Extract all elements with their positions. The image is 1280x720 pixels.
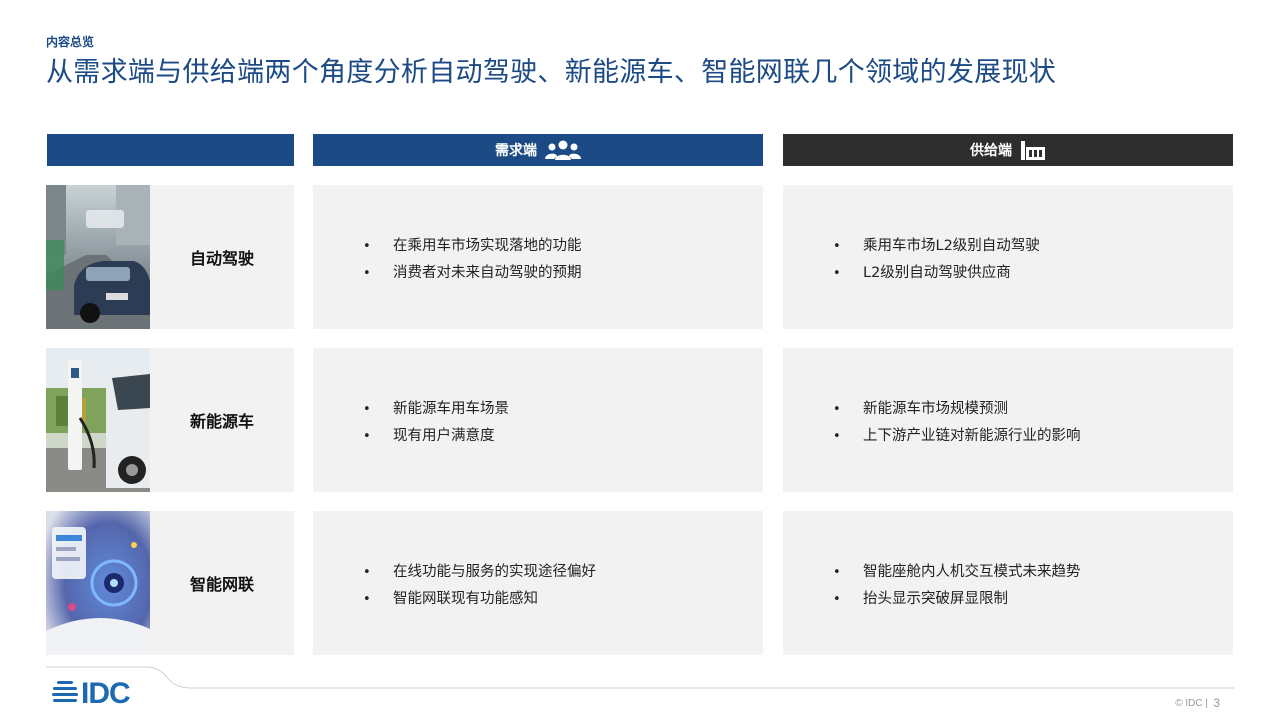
list-item: 智能座舱内人机交互模式未来趋势 [833, 559, 1233, 586]
list-item: L2级别自动驾驶供应商 [833, 260, 1233, 287]
row-label-connected: 智能网联 [46, 511, 294, 655]
people-group-icon [545, 139, 581, 161]
globe-icon [52, 678, 78, 710]
autonomous-car-photo [46, 185, 150, 329]
cell-demand-ev: 新能源车用车场景 现有用户满意度 [313, 348, 763, 492]
list-item: 在乘用车市场实现落地的功能 [363, 233, 763, 260]
row-label-autonomous: 自动驾驶 [46, 185, 294, 329]
list-item: 智能网联现有功能感知 [363, 586, 763, 613]
factory-icon [1020, 139, 1046, 161]
logo-text: IDC [81, 677, 131, 710]
page-number: 3 [1213, 696, 1220, 710]
list-item: 新能源车用车场景 [363, 396, 763, 423]
eyebrow-label: 内容总览 [46, 35, 95, 49]
row-name: 智能网联 [189, 575, 254, 594]
cell-supply-connected: 智能座舱内人机交互模式未来趋势 抬头显示突破屏显限制 [783, 511, 1233, 655]
demand-header-label: 需求端 [495, 143, 537, 159]
row-label-ev: 新能源车 [46, 348, 294, 492]
list-item: 在线功能与服务的实现途径偏好 [363, 559, 763, 586]
supply-header-label: 供给端 [970, 143, 1012, 159]
list-item: 抬头显示突破屏显限制 [833, 586, 1233, 613]
header-blank-cell [47, 134, 294, 166]
list-item: 上下游产业链对新能源行业的影响 [833, 423, 1233, 450]
cell-demand-connected: 在线功能与服务的实现途径偏好 智能网联现有功能感知 [313, 511, 763, 655]
cell-supply-ev: 新能源车市场规模预测 上下游产业链对新能源行业的影响 [783, 348, 1233, 492]
idc-logo: IDC [52, 677, 131, 710]
list-item: 现有用户满意度 [363, 423, 763, 450]
page-title: 从需求端与供给端两个角度分析自动驾驶、新能源车、智能网联几个领域的发展现状 [46, 57, 1057, 88]
ev-charging-photo [46, 348, 150, 492]
connected-car-photo [46, 511, 150, 655]
cell-supply-autonomous: 乘用车市场L2级别自动驾驶 L2级别自动驾驶供应商 [783, 185, 1233, 329]
header-demand: 需求端 [313, 134, 763, 166]
list-item: 消费者对未来自动驾驶的预期 [363, 260, 763, 287]
footer-divider [46, 666, 1234, 689]
list-item: 乘用车市场L2级别自动驾驶 [833, 233, 1233, 260]
row-name: 自动驾驶 [189, 249, 254, 268]
row-name: 新能源车 [189, 412, 254, 431]
header-supply: 供给端 [783, 134, 1233, 166]
list-item: 新能源车市场规模预测 [833, 396, 1233, 423]
cell-demand-autonomous: 在乘用车市场实现落地的功能 消费者对未来自动驾驶的预期 [313, 185, 763, 329]
copyright-text: © IDC | [1175, 698, 1208, 709]
